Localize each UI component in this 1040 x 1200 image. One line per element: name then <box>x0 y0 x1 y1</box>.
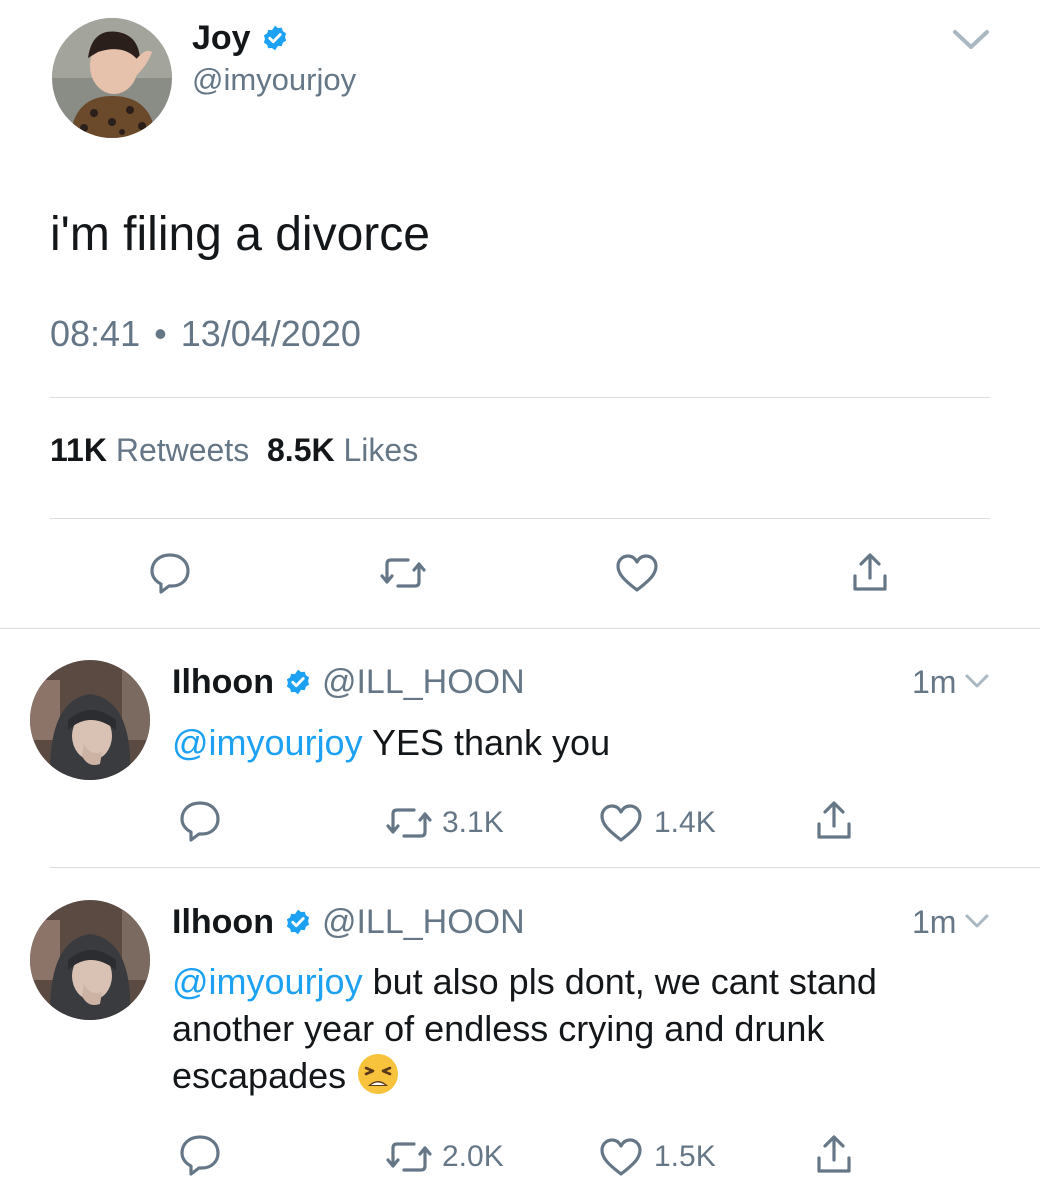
reply-body: YES thank you <box>362 722 611 763</box>
mention-link[interactable]: @imyourjoy <box>172 722 363 763</box>
avatar[interactable] <box>52 18 172 138</box>
like-icon <box>598 802 644 844</box>
engagement-stats: 11K Retweets 8.5K Likes <box>50 430 418 470</box>
retweet-count: 3.1K <box>442 806 504 839</box>
verified-badge-icon <box>284 908 312 936</box>
divider <box>50 397 990 398</box>
divider <box>0 628 1040 629</box>
retweet-icon <box>386 802 432 844</box>
tired-face-emoji-icon <box>356 1052 400 1096</box>
reply-icon[interactable] <box>178 800 222 842</box>
display-name[interactable]: Ilhoon <box>172 902 274 942</box>
display-name[interactable]: Joy <box>192 18 289 58</box>
divider <box>50 867 1040 868</box>
likes-stat[interactable]: 8.5K Likes <box>267 432 418 468</box>
tweet-date: 13/04/2020 <box>180 313 361 354</box>
display-name-text: Joy <box>192 19 251 57</box>
chevron-down-icon[interactable] <box>964 913 990 931</box>
retweets-count: 11K <box>50 432 107 468</box>
like-count: 1.4K <box>654 806 716 839</box>
likes-label: Likes <box>343 432 419 468</box>
avatar[interactable] <box>30 900 150 1020</box>
like-icon[interactable] <box>614 552 660 594</box>
like-count: 1.5K <box>654 1140 716 1173</box>
tweet-timestamp: 08:41 • 13/04/2020 <box>50 312 361 356</box>
reply-icon[interactable] <box>148 552 192 594</box>
divider <box>50 518 990 519</box>
reply-time: 1m <box>912 664 957 700</box>
like-button[interactable]: 1.4K <box>598 802 716 844</box>
avatar[interactable] <box>30 660 150 780</box>
share-icon[interactable] <box>812 800 856 842</box>
like-icon <box>598 1136 644 1178</box>
likes-count: 8.5K <box>267 432 335 468</box>
reply-meta: 1m <box>912 662 990 702</box>
reply-header: Ilhoon @ILL_HOON <box>172 662 525 702</box>
retweet-icon <box>386 1136 432 1178</box>
like-button[interactable]: 1.5K <box>598 1136 716 1178</box>
reply-header: Ilhoon @ILL_HOON <box>172 902 525 942</box>
tweet-time: 08:41 <box>50 313 141 354</box>
retweet-icon[interactable] <box>380 552 426 594</box>
verified-badge-icon <box>261 24 289 52</box>
handle[interactable]: @ILL_HOON <box>322 902 525 942</box>
share-icon[interactable] <box>848 552 892 594</box>
retweet-button[interactable]: 2.0K <box>386 1136 504 1178</box>
display-name[interactable]: Ilhoon <box>172 662 274 702</box>
retweets-stat[interactable]: 11K Retweets <box>50 432 249 468</box>
share-icon[interactable] <box>812 1134 856 1176</box>
chevron-down-icon[interactable] <box>952 28 990 52</box>
mention-link[interactable]: @imyourjoy <box>172 961 363 1002</box>
handle[interactable]: @imyourjoy <box>192 60 356 100</box>
reply-meta: 1m <box>912 902 990 942</box>
retweet-count: 2.0K <box>442 1140 504 1173</box>
chevron-down-icon[interactable] <box>964 673 990 691</box>
handle[interactable]: @ILL_HOON <box>322 662 525 702</box>
retweet-button[interactable]: 3.1K <box>386 802 504 844</box>
reply-text: @imyourjoy YES thank you <box>172 719 992 766</box>
meta-separator: • <box>154 313 167 354</box>
reply-time: 1m <box>912 904 957 940</box>
reply-text: @imyourjoy but also pls dont, we cant st… <box>172 958 992 1099</box>
retweets-label: Retweets <box>115 432 250 468</box>
reply-icon[interactable] <box>178 1134 222 1176</box>
tweet-text: i'm filing a divorce <box>50 208 430 261</box>
verified-badge-icon <box>284 668 312 696</box>
